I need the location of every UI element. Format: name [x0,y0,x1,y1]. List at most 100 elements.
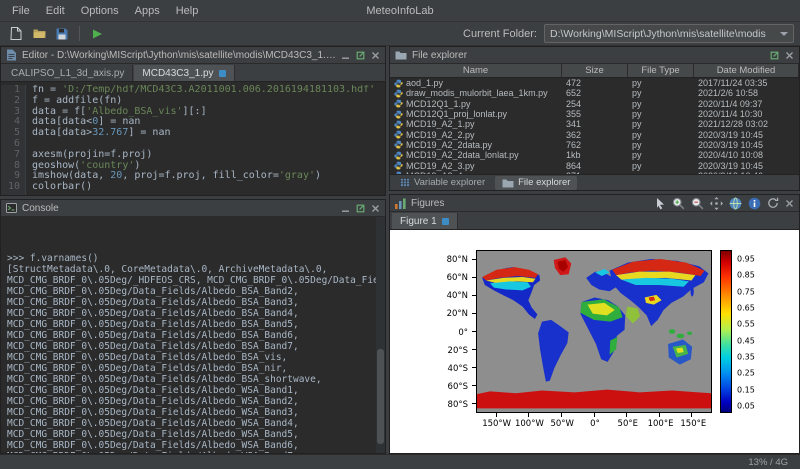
full-extent-icon[interactable] [729,197,742,210]
file-row[interactable]: MCD19_A2_2data.py762py2020/3/19 10:45 [390,140,799,150]
table-icon [400,178,410,187]
menu-edit[interactable]: Edit [38,3,73,19]
column-header-name[interactable]: Name [390,64,562,77]
x-axis-tick-label: 150°E [680,419,706,429]
console-output-line: MCD_CMG_BRDF_0\.05Deg/Data_Fields/Albedo… [7,319,373,330]
tab-label: Figure 1 [400,216,437,227]
figure-canvas[interactable]: 80°N60°N40°N20°N0°20°S40°S60°S80°S 150°W… [390,230,799,453]
menu-help[interactable]: Help [168,3,207,19]
file-table-header: NameSizeFile TypeDate Modified [390,64,799,78]
figures-panel-title: Figures [411,198,444,209]
y-axis-tick-label: 80°N [447,255,468,265]
menu-file[interactable]: File [4,3,38,19]
close-icon[interactable] [371,204,380,213]
identify-icon[interactable] [748,197,761,210]
file-explorer-header: File explorer [390,47,799,64]
float-icon[interactable] [356,204,365,213]
save-icon[interactable] [52,24,72,44]
file-row[interactable]: draw_modis_mulorbit_laea_1km.py652py2021… [390,88,799,98]
code-line-10[interactable]: colorbar() [32,182,385,193]
file-row[interactable]: MCD19_A2_2data_lonlat.py1kbpy2020/4/10 1… [390,150,799,160]
file-name: draw_modis_mulorbit_laea_1km.py [406,88,548,98]
x-axis-tick-label: 50°W [550,419,573,429]
close-tab-icon[interactable] [219,70,226,77]
editor-panel-controls [341,51,380,60]
colorbar-tick-label: 0.75 [737,287,755,296]
python-file-icon [394,151,403,160]
current-folder-combobox[interactable]: D:\Working\MIScript\Jython\mis\satellite… [544,24,794,43]
zoom-out-icon[interactable] [691,197,704,210]
python-file-icon [394,130,403,139]
file-row[interactable]: MCD12Q1_proj_lonlat.py355py2020/11/4 10:… [390,109,799,119]
file-row[interactable]: MCD19_A2_2.py362py2020/3/19 10:45 [390,129,799,139]
file-table-body: aod_1.py472py2017/11/24 03:35draw_modis_… [390,78,799,174]
chart-icon [395,198,406,209]
x-axis-tick-label: 0° [590,419,600,429]
script-icon [6,49,17,61]
figure-tab-1[interactable]: Figure 1 [392,213,458,229]
x-axis-tick-label: 50°E [618,419,638,429]
zoom-in-icon[interactable] [672,197,685,210]
file-row[interactable]: MCD19_A2_1.py341py2021/12/28 03:02 [390,119,799,129]
column-header-date-modified[interactable]: Date Modified [694,64,799,77]
map-plot[interactable] [476,250,712,413]
y-axis-tick-label: 40°S [448,364,468,374]
file-explorer-controls [770,51,794,60]
open-file-icon[interactable] [29,24,49,44]
file-row[interactable]: MCD12Q1_1.py254py2020/11/4 09:37 [390,99,799,109]
file-row[interactable]: aod_1.py472py2017/11/24 03:35 [390,78,799,88]
run-script-icon[interactable] [87,24,107,44]
code-line-5[interactable]: data[data>32.767] = nan [32,128,385,139]
tab-file-explorer[interactable]: File explorer [495,176,577,190]
world-map-svg [477,251,711,412]
column-header-size[interactable]: Size [562,64,628,77]
minimize-icon[interactable] [341,51,350,60]
file-explorer-panel: File explorer NameSizeFile TypeDate Modi… [389,46,800,191]
file-row[interactable]: MCD19_A2_3.py864py2020/3/19 10:45 [390,160,799,170]
editor-tabs: CALIPSO_L1_3d_axis.py MCD43C3_1.py [1,64,385,82]
float-icon[interactable] [356,51,365,60]
editor-panel-title: Editor - D:\Working\MIScript\Jython\mis\… [22,50,336,61]
colorbar-tick-label: 0.55 [737,320,755,329]
statusbar: 13% / 4G [0,454,800,469]
y-axis-tick-label: 60°S [448,382,468,392]
console-scrollbar[interactable] [376,217,385,453]
minimize-icon[interactable] [341,204,350,213]
editor-tab-1[interactable]: CALIPSO_L1_3d_axis.py [3,65,133,81]
python-file-icon [394,99,403,108]
console-input-line: >>> f.varnames() [7,253,373,264]
close-icon[interactable] [785,51,794,60]
close-icon[interactable] [371,51,380,60]
close-tab-icon[interactable] [442,218,449,225]
tab-label: MCD43C3_1.py [142,68,213,79]
editor-code[interactable]: fn = 'D:/Temp/hdf/MCD43C3.A2011001.006.2… [26,85,385,195]
console-icon [6,203,17,213]
scrollbar-thumb[interactable] [377,349,384,443]
colorbar-tick-label: 0.05 [737,401,755,410]
editor-code-area[interactable]: 12345678910 fn = 'D:/Temp/hdf/MCD43C3.A2… [1,82,385,195]
toolbar-right: Current Folder: D:\Working\MIScript\Jyth… [463,24,794,43]
console-output-line: MCD_CMG_BRDF_0\.05Deg/Data_Fields/Albedo… [7,286,373,297]
console-output-line: MCD_CMG_BRDF_0\.05Deg/Data_Fields/Albedo… [7,374,373,385]
tab-variable-explorer[interactable]: Variable explorer [393,176,492,190]
y-axis-tick-label: 20°S [448,346,468,356]
console-panel: Console >>> f.varnames()[StructMetadata\… [0,199,386,454]
tab-label: CALIPSO_L1_3d_axis.py [11,68,124,79]
new-file-icon[interactable] [6,24,26,44]
select-arrow-icon[interactable] [654,197,666,210]
refresh-icon[interactable] [767,197,779,209]
close-icon[interactable] [785,199,794,208]
folder-icon [395,50,407,60]
y-axis-labels: 80°N60°N40°N20°N0°20°S40°S60°S80°S [390,251,472,414]
console-output-line: MCD_CMG_BRDF_0\.05Deg/Data_Fields/Albedo… [7,440,373,451]
memory-usage: 13% / 4G [748,457,788,468]
menu-apps[interactable]: Apps [127,3,168,19]
column-header-file-type[interactable]: File Type [628,64,694,77]
float-icon[interactable] [770,51,779,60]
pan-icon[interactable] [710,197,723,210]
menu-options[interactable]: Options [73,3,127,19]
console-output-line: MCD_CMG_BRDF_0\.05Deg/Data_Fields/Albedo… [7,308,373,319]
dropdown-arrow-icon[interactable] [780,32,788,36]
console-output[interactable]: >>> f.varnames()[StructMetadata\.0, Core… [1,217,385,453]
editor-tab-2[interactable]: MCD43C3_1.py [134,65,234,81]
